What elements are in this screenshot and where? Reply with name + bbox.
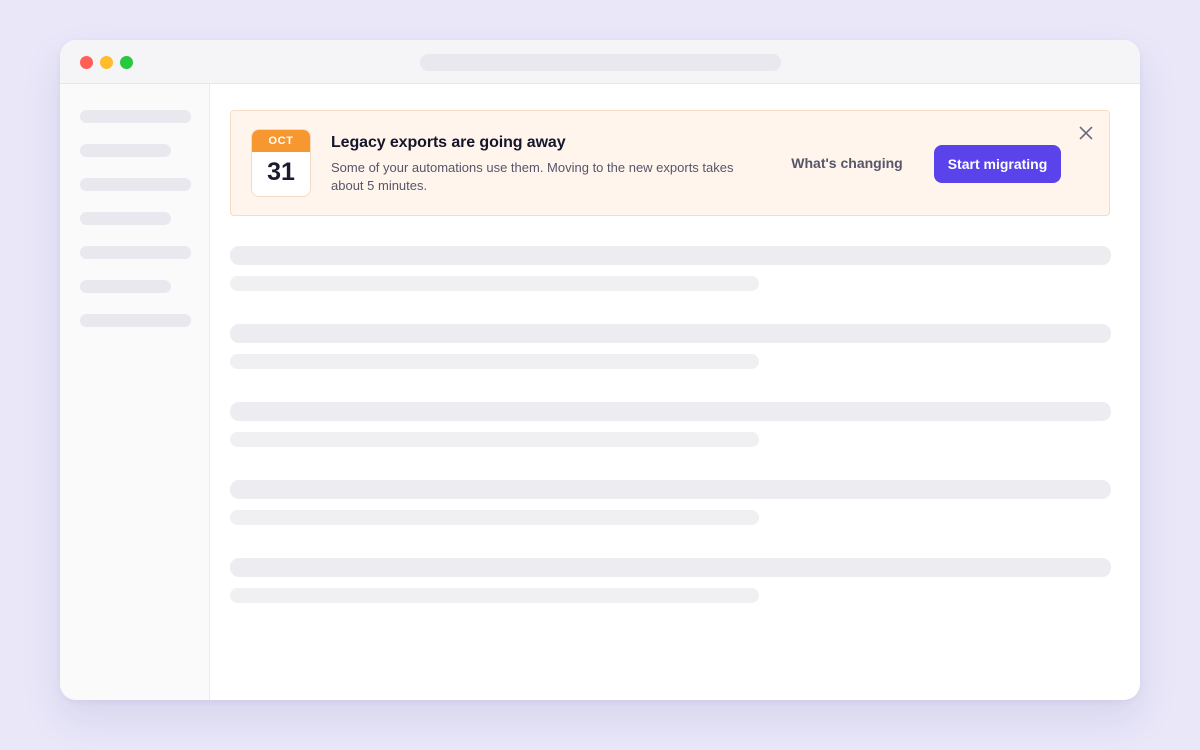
- sidebar-item-skeleton: [80, 178, 191, 191]
- content-skeleton-line: [230, 324, 1111, 343]
- content-skeleton-line: [230, 588, 759, 603]
- deprecation-banner: OCT 31 Legacy exports are going away Som…: [230, 110, 1110, 216]
- content-skeleton-line: [230, 510, 759, 525]
- banner-title: Legacy exports are going away: [331, 134, 566, 151]
- whats-changing-button[interactable]: What's changing: [787, 144, 907, 182]
- sidebar-item-skeleton: [80, 314, 191, 327]
- calendar-icon: OCT 31: [251, 129, 311, 197]
- content-skeleton-line: [230, 246, 1111, 265]
- content-skeleton-line: [230, 354, 759, 369]
- sidebar-item-skeleton: [80, 280, 171, 293]
- title-bar: [60, 40, 1140, 84]
- banner-description: Some of your automations use them. Movin…: [331, 160, 734, 193]
- sidebar-item-skeleton: [80, 144, 171, 157]
- content-skeleton-line: [230, 480, 1111, 499]
- calendar-month: OCT: [252, 130, 310, 152]
- content-skeleton-line: [230, 402, 1111, 421]
- sidebar: [60, 84, 210, 700]
- app-window: OCT 31 Legacy exports are going away Som…: [60, 40, 1140, 700]
- window-maximize-dot[interactable]: [120, 56, 133, 69]
- window-minimize-dot[interactable]: [100, 56, 113, 69]
- content-skeleton-line: [230, 558, 1111, 577]
- sidebar-item-skeleton: [80, 246, 191, 259]
- content-skeleton-line: [230, 432, 759, 447]
- sidebar-item-skeleton: [80, 110, 191, 123]
- window-close-dot[interactable]: [80, 56, 93, 69]
- start-migrating-button[interactable]: Start migrating: [934, 145, 1061, 183]
- address-bar-placeholder: [420, 54, 781, 71]
- close-icon[interactable]: [1077, 124, 1095, 142]
- content-skeleton-line: [230, 276, 759, 291]
- sidebar-item-skeleton: [80, 212, 171, 225]
- calendar-day: 31: [267, 158, 295, 186]
